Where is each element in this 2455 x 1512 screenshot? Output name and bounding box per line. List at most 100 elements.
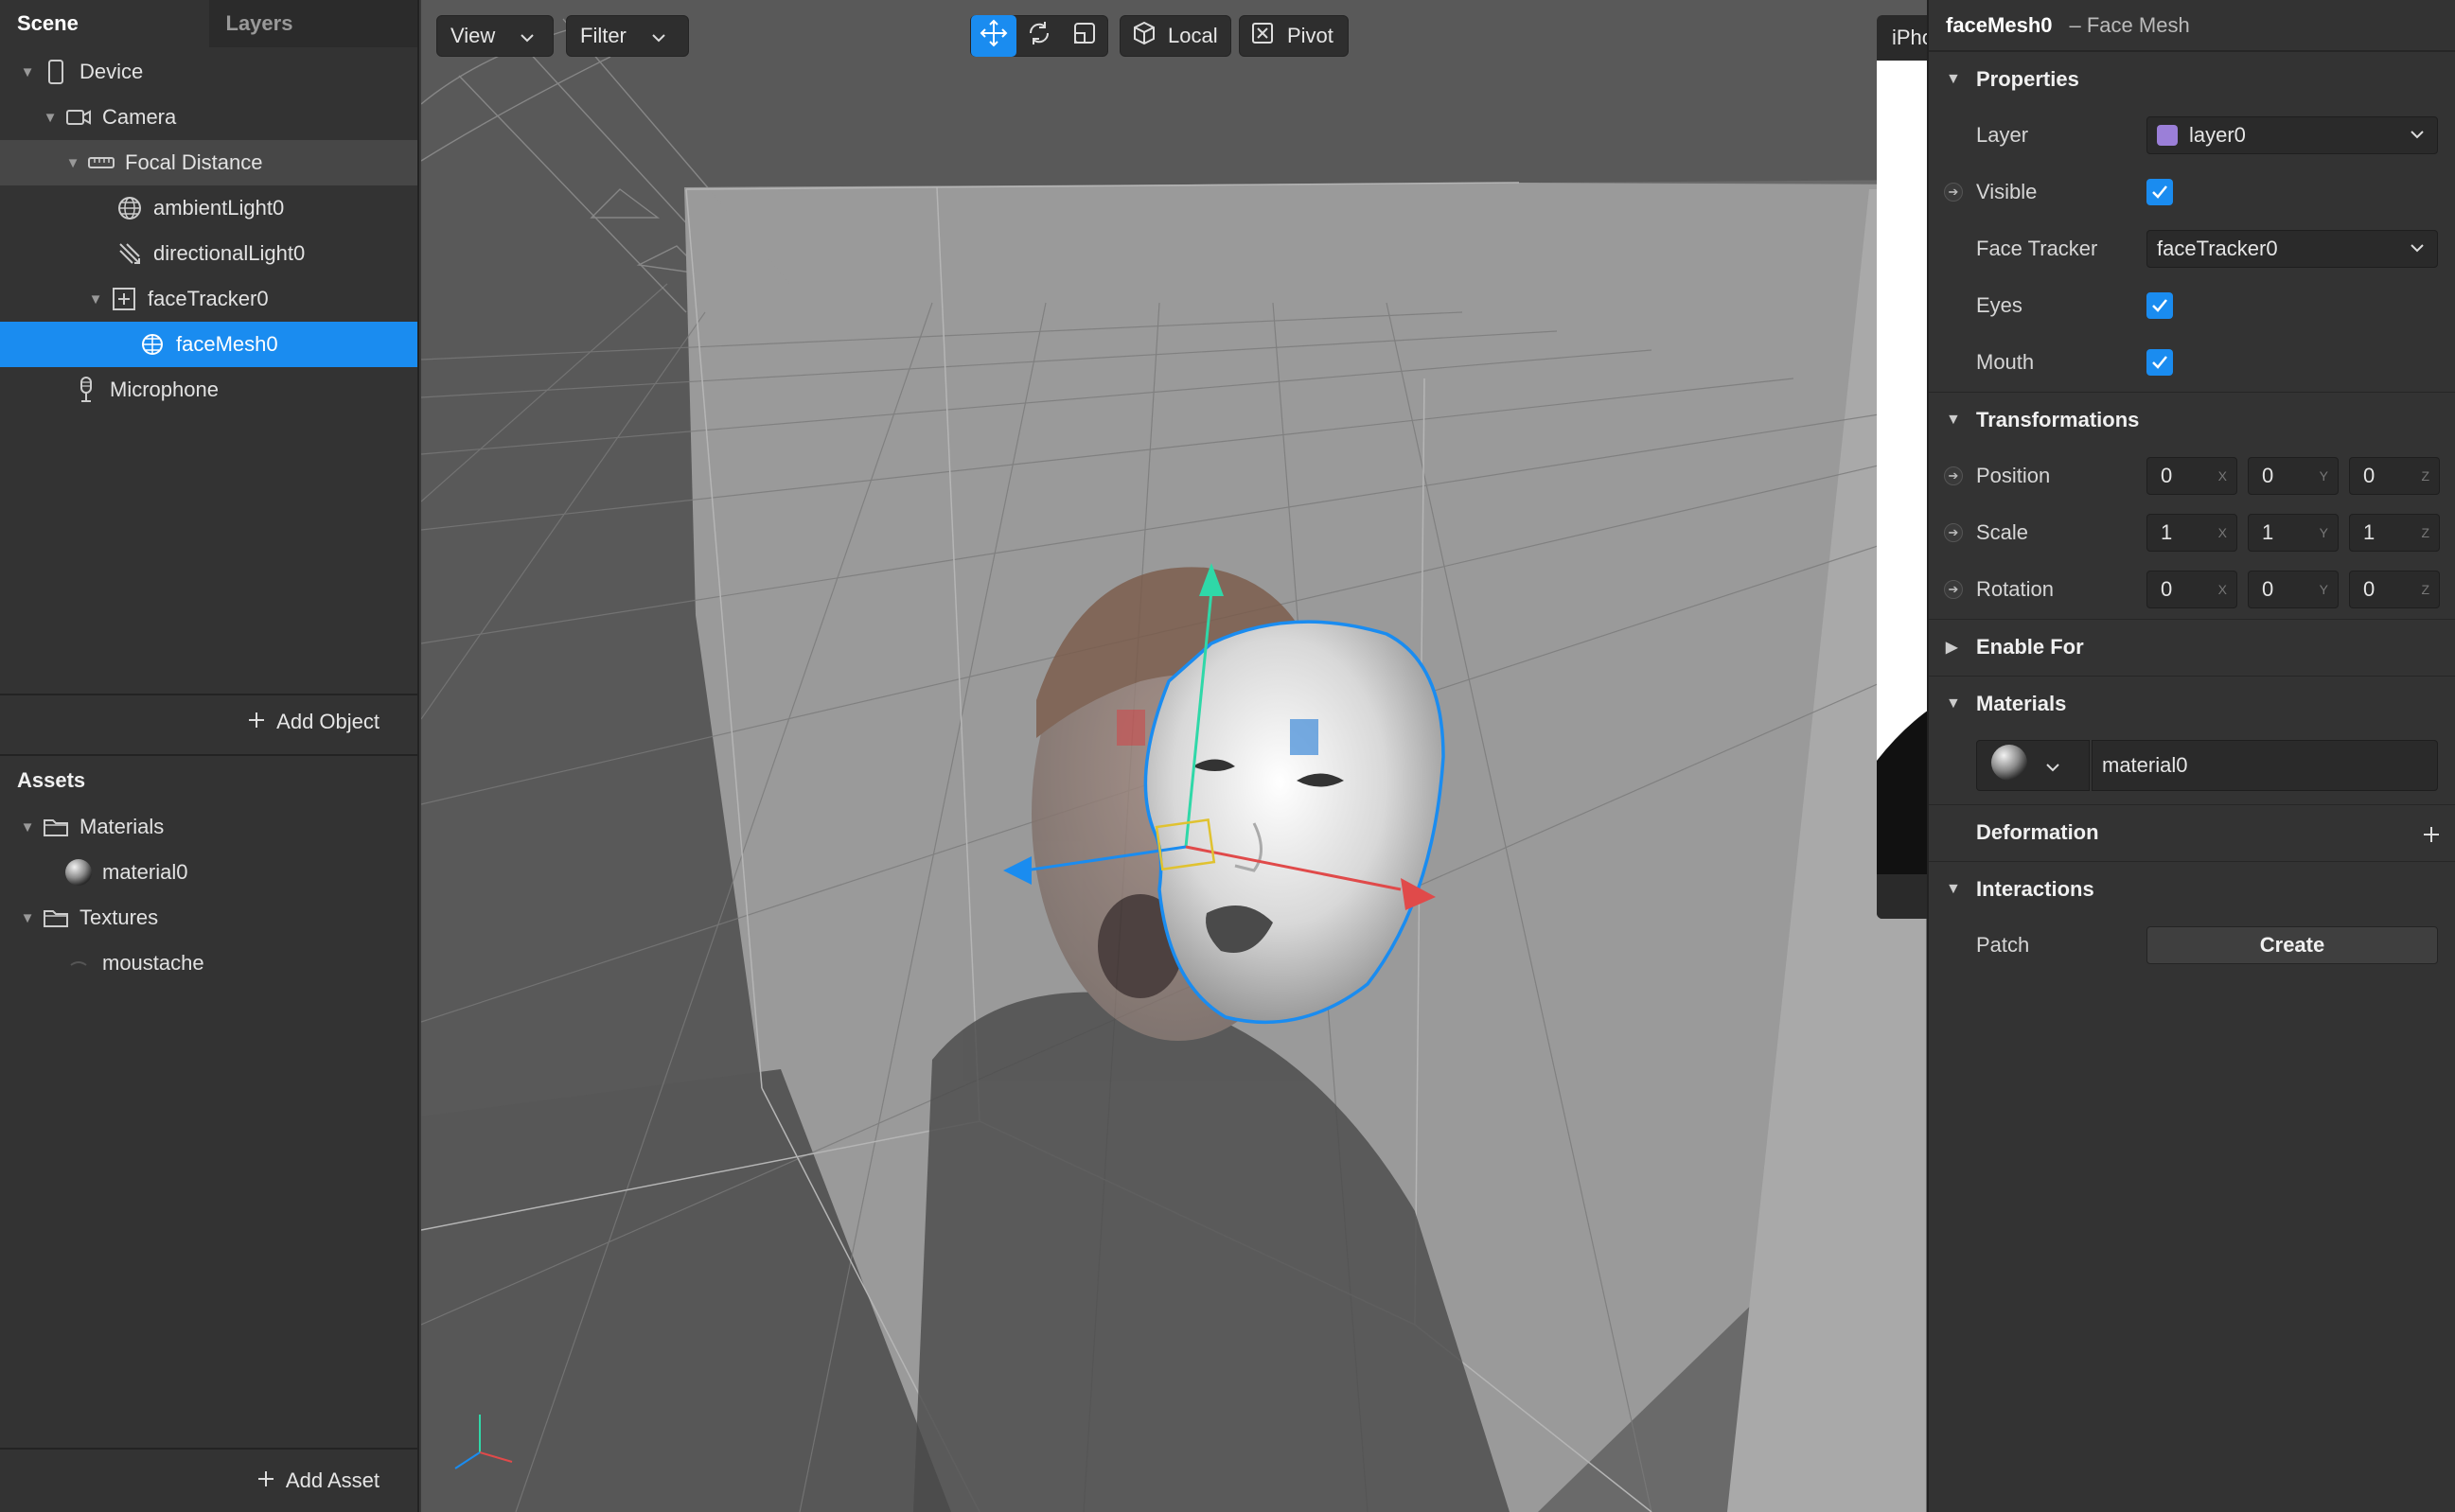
face-tracker-icon — [110, 285, 138, 313]
tree-item-device[interactable]: ▼ Device — [0, 49, 417, 95]
tree-item-ambient-light[interactable]: ambientLight0 — [0, 185, 417, 231]
prop-label: Patch — [1976, 933, 2030, 957]
chevron-down-icon — [2409, 125, 2426, 149]
prop-label: Mouth — [1976, 350, 2035, 374]
prop-label: Rotation — [1976, 577, 2054, 601]
caret-down-icon[interactable]: ▼ — [64, 154, 81, 171]
section-title: Enable For — [1976, 634, 2084, 659]
triangle-down-icon: ▼ — [1946, 70, 1961, 87]
caret-down-icon[interactable]: ▼ — [87, 290, 104, 308]
prop-label: Layer — [1976, 123, 2029, 147]
section-properties[interactable]: ▼ Properties — [1929, 51, 2455, 106]
tab-layers[interactable]: Layers — [208, 0, 417, 47]
rotation-z-input[interactable]: 0Z — [2349, 571, 2440, 608]
material-value: material0 — [2102, 753, 2188, 777]
section-title: Materials — [1976, 691, 2067, 715]
preview-footer — [1877, 874, 1927, 919]
rotate-tool-button[interactable] — [1016, 15, 1062, 57]
caret-down-icon[interactable]: ▼ — [19, 909, 36, 926]
position-x-value: 0 — [2161, 464, 2173, 487]
position-y-input[interactable]: 0Y — [2248, 457, 2339, 495]
add-object-button[interactable]: Add Object — [248, 710, 380, 734]
position-z-input[interactable]: 0Z — [2349, 457, 2440, 495]
material-picker[interactable] — [1976, 740, 2090, 791]
scale-y-value: 1 — [2262, 520, 2274, 544]
link-arrow-icon[interactable]: ➔ — [1944, 183, 1963, 202]
tree-item-label: directionalLight0 — [153, 241, 306, 265]
rotation-y-input[interactable]: 0Y — [2248, 571, 2339, 608]
triangle-down-icon: ▼ — [1946, 880, 1961, 897]
scene-tree: ▼ Device ▼ Camera ▼ Focal Distance ambie… — [0, 49, 417, 413]
face-tracker-dropdown[interactable]: faceTracker0 — [2146, 230, 2438, 268]
caret-down-icon[interactable]: ▼ — [42, 109, 59, 126]
tree-item-face-tracker[interactable]: ▼ faceTracker0 — [0, 276, 417, 322]
section-interactions[interactable]: ▼ Interactions — [1929, 861, 2455, 916]
move-tool-button[interactable] — [971, 15, 1016, 57]
caret-down-icon[interactable]: ▼ — [19, 818, 36, 835]
eyes-checkbox[interactable] — [2146, 292, 2173, 319]
viewport-canvas[interactable] — [421, 0, 1927, 1512]
mouth-checkbox[interactable] — [2146, 349, 2173, 376]
scale-tool-button[interactable] — [1062, 15, 1107, 57]
scene-viewport[interactable]: View Filter Local Pivot iPhone 8 — [421, 0, 1927, 1512]
prop-label: Visible — [1976, 180, 2038, 203]
pivot-button[interactable]: Pivot — [1239, 15, 1349, 57]
scale-y-input[interactable]: 1Y — [2248, 514, 2339, 552]
link-arrow-icon[interactable]: ➔ — [1944, 466, 1963, 485]
add-asset-button[interactable]: Add Asset — [257, 1468, 380, 1493]
tab-scene[interactable]: Scene — [0, 0, 209, 47]
asset-item-materials[interactable]: ▼ Materials — [0, 804, 417, 850]
tree-item-directional-light[interactable]: directionalLight0 — [0, 231, 417, 276]
local-label: Local — [1168, 24, 1218, 47]
position-y-value: 0 — [2262, 464, 2274, 487]
device-preview: iPhone 8 — [1877, 15, 1927, 919]
tree-item-face-mesh[interactable]: faceMesh0 — [0, 322, 417, 367]
divider — [0, 694, 417, 695]
plus-icon[interactable] — [2423, 824, 2440, 849]
scale-icon — [1072, 21, 1097, 51]
scale-z-input[interactable]: 1Z — [2349, 514, 2440, 552]
scale-x-input[interactable]: 1X — [2146, 514, 2237, 552]
tree-item-microphone[interactable]: Microphone — [0, 367, 417, 413]
prop-mouth: Mouth — [1929, 336, 2455, 389]
scale-x-value: 1 — [2161, 520, 2173, 544]
view-dropdown[interactable]: View — [436, 15, 554, 57]
chevron-down-icon — [651, 24, 666, 48]
local-button[interactable]: Local — [1120, 15, 1231, 57]
object-name: faceMesh0 — [1946, 12, 2053, 37]
microphone-icon — [72, 376, 100, 404]
filter-dropdown[interactable]: Filter — [566, 15, 689, 57]
axis-label: Y — [2319, 525, 2328, 540]
inspector-panel: faceMesh0 – Face Mesh ▼ Properties Layer… — [1927, 0, 2455, 1512]
tree-item-camera[interactable]: ▼ Camera — [0, 95, 417, 140]
section-title: Interactions — [1976, 876, 2094, 901]
rotation-x-input[interactable]: 0X — [2146, 571, 2237, 608]
pivot-icon — [1251, 22, 1274, 50]
device-select[interactable]: iPhone 8 — [1892, 26, 1927, 50]
directional-light-icon — [115, 239, 144, 268]
link-arrow-icon[interactable]: ➔ — [1944, 523, 1963, 542]
section-title: Transformations — [1976, 407, 2140, 431]
pivot-label: Pivot — [1287, 24, 1333, 47]
axis-label: Y — [2319, 582, 2328, 597]
section-deformation[interactable]: Deformation — [1929, 804, 2455, 859]
asset-item-material0[interactable]: material0 — [0, 850, 417, 895]
divider — [0, 754, 417, 756]
section-enable-for[interactable]: ▶ Enable For — [1929, 619, 2455, 674]
layer-value: layer0 — [2189, 123, 2246, 147]
asset-item-textures[interactable]: ▼ Textures — [0, 895, 417, 941]
prop-layer: Layer layer0 — [1929, 109, 2455, 162]
material-field[interactable]: material0 — [2092, 740, 2438, 791]
asset-item-moustache[interactable]: moustache — [0, 941, 417, 986]
visible-checkbox[interactable] — [2146, 179, 2173, 205]
position-x-input[interactable]: 0X — [2146, 457, 2237, 495]
prop-visible: ➔ Visible — [1929, 166, 2455, 219]
section-materials[interactable]: ▼ Materials — [1929, 676, 2455, 730]
transform-mode-group — [970, 15, 1108, 57]
link-arrow-icon[interactable]: ➔ — [1944, 580, 1963, 599]
layer-dropdown[interactable]: layer0 — [2146, 116, 2438, 154]
caret-down-icon[interactable]: ▼ — [19, 63, 36, 80]
tree-item-focal-distance[interactable]: ▼ Focal Distance — [0, 140, 417, 185]
section-transformations[interactable]: ▼ Transformations — [1929, 392, 2455, 447]
create-patch-button[interactable]: Create — [2146, 926, 2438, 964]
